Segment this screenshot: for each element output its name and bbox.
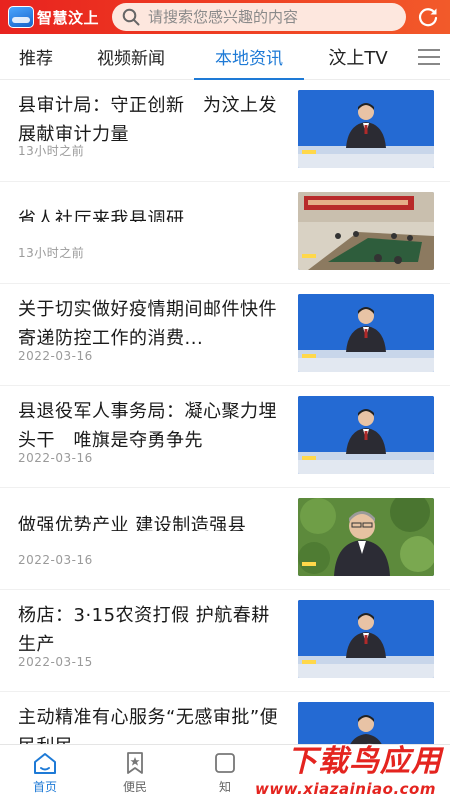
news-item[interactable]: 县退役军人事务局：凝心聚力埋头干 唯旗是夺勇争先 2022-03-16 [0,386,450,488]
news-thumbnail [298,600,434,678]
refresh-button[interactable] [414,3,442,31]
search-icon [122,8,140,26]
news-title: 做强优势产业 建设制造强县 [18,515,247,531]
news-item[interactable]: 关于切实做好疫情期间邮件快件寄递防控工作的消费... 2022-03-16 [0,284,450,386]
info-icon [215,752,235,773]
top-header: 智慧汶上 [0,0,450,34]
news-title: 省人社厅来我县调研 [18,209,185,222]
news-time: 2022-03-16 [18,349,93,363]
news-title: 县审计局：守正创新 为汶上发展献审计力量 [18,95,277,142]
tab-menu-button[interactable] [408,34,450,80]
search-bar[interactable] [112,3,406,31]
news-thumbnail [298,396,434,474]
search-input[interactable] [148,8,396,26]
news-time: 2022-03-16 [18,553,93,567]
watermark-url: www.xiazainiao.com [254,780,436,798]
nav-home-label: 首页 [32,779,57,794]
news-feed: 县审计局：守正创新 为汶上发展献审计力量 13小时之前 省人社厅来我县调研 13… [0,80,450,744]
news-item[interactable]: 县审计局：守正创新 为汶上发展献审计力量 13小时之前 [0,80,450,182]
app-name: 智慧汶上 [37,8,100,27]
nav-service-label: 便民 [122,779,147,794]
news-time: 2022-03-16 [18,451,93,465]
nav-info-label: 知 [218,779,231,794]
nav-home[interactable]: 首页 [0,745,90,800]
news-time: 2022-03-15 [18,655,93,669]
tab-recommend[interactable]: 推荐 [0,34,72,80]
news-title: 关于切实做好疫情期间邮件快件寄递防控工作的消费... [18,299,277,349]
news-thumbnail [298,90,434,168]
news-thumbnail [298,498,434,576]
category-tabs: 推荐 视频新闻 本地资讯 汶上TV [0,34,450,80]
news-title: 县退役军人事务局：凝心聚力埋头干 唯旗是夺勇争先 [18,401,277,451]
news-item[interactable]: 做强优势产业 建设制造强县 2022-03-16 [0,488,450,590]
news-title: 主动精准有心服务“无感审批”便民利民 [18,707,279,744]
news-item[interactable]: 省人社厅来我县调研 13小时之前 [0,182,450,284]
news-thumbnail [298,192,434,270]
tab-wenshang-tv[interactable]: 汶上TV [308,34,408,80]
bookmark-icon [127,751,143,774]
tab-video-news[interactable]: 视频新闻 [72,34,190,80]
menu-icon [418,48,440,65]
app-logo[interactable]: 智慧汶上 [8,6,108,28]
watermark: 下载鸟应用 www.xiazainiao.com [255,742,450,800]
news-item[interactable]: 杨店：3·15农资打假 护航春耕生产 2022-03-15 [0,590,450,692]
news-thumbnail [298,294,434,372]
nav-service[interactable]: 便民 [90,745,180,800]
news-time: 13小时之前 [18,144,85,158]
news-title: 杨店：3·15农资打假 护航春耕生产 [18,605,270,655]
refresh-icon [418,8,438,27]
news-time: 13小时之前 [18,246,85,260]
logo-icon [8,6,34,28]
home-icon [34,752,56,774]
tab-local-news[interactable]: 本地资讯 [190,34,308,80]
watermark-main: 下载鸟应用 [287,744,442,779]
